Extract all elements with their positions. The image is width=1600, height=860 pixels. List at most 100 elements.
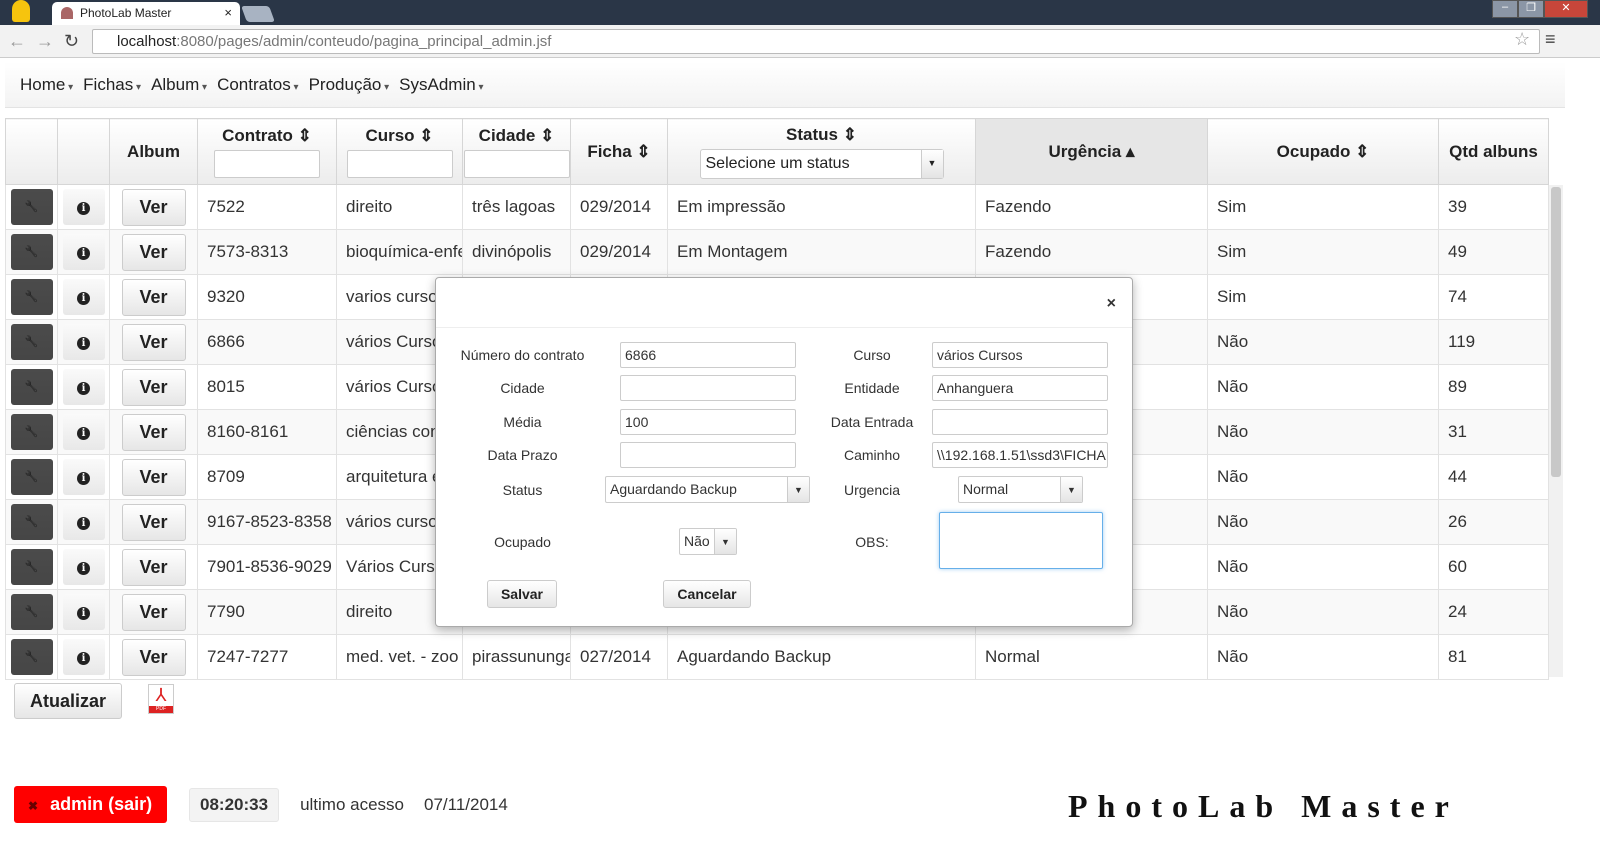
cell-ficha: 027/2014 bbox=[570, 634, 668, 680]
header-status[interactable]: Status ⇕ Selecione um status ▼ bbox=[667, 118, 976, 185]
header-contrato[interactable]: Contrato ⇕ bbox=[197, 118, 337, 185]
info-button[interactable]: i bbox=[62, 594, 105, 630]
menu-producao[interactable]: Produção bbox=[309, 75, 390, 95]
numero-contrato-input[interactable]: 6866 bbox=[620, 342, 796, 368]
entidade-input[interactable]: Anhanguera bbox=[932, 375, 1108, 401]
ver-button[interactable]: Ver bbox=[121, 323, 186, 361]
menu-home[interactable]: Home bbox=[20, 75, 73, 95]
contrato-filter-input[interactable] bbox=[214, 149, 320, 178]
wrench-icon[interactable]: 🔧 bbox=[10, 549, 53, 585]
wrench-icon[interactable]: 🔧 bbox=[10, 414, 53, 450]
menu-sysadmin[interactable]: SysAdmin bbox=[399, 75, 483, 95]
ver-button[interactable]: Ver bbox=[121, 188, 186, 226]
table-scrollbar[interactable] bbox=[1549, 185, 1563, 677]
ver-button[interactable]: Ver bbox=[121, 593, 186, 631]
header-ficha[interactable]: Ficha ⇕ bbox=[570, 118, 668, 185]
header-contrato-label[interactable]: Contrato ⇕ bbox=[222, 126, 312, 145]
cidade-input[interactable] bbox=[620, 375, 796, 401]
info-button[interactable]: i bbox=[62, 279, 105, 315]
info-button[interactable]: i bbox=[62, 414, 105, 450]
ocupado-select[interactable]: Não ▼ bbox=[679, 528, 737, 555]
close-icon[interactable]: × bbox=[1107, 295, 1116, 313]
header-ocupado[interactable]: Ocupado ⇕ bbox=[1207, 118, 1439, 185]
cell-ocupado: Sim bbox=[1207, 184, 1439, 230]
header-info bbox=[57, 118, 110, 185]
ver-button[interactable]: Ver bbox=[121, 278, 186, 316]
cidade-filter-input[interactable] bbox=[463, 149, 570, 178]
cell-cidade: divinópolis bbox=[462, 229, 571, 275]
curso-filter-input[interactable] bbox=[346, 149, 453, 178]
refresh-button[interactable]: Atualizar bbox=[14, 683, 122, 719]
wrench-icon[interactable]: 🔧 bbox=[10, 189, 53, 225]
close-window-button[interactable]: ✕ bbox=[1544, 0, 1588, 18]
close-tab-icon[interactable]: × bbox=[224, 5, 232, 20]
info-button[interactable]: i bbox=[62, 369, 105, 405]
ver-button[interactable]: Ver bbox=[121, 458, 186, 496]
close-icon: ✖ bbox=[28, 799, 39, 813]
ver-button[interactable]: Ver bbox=[121, 638, 186, 676]
header-cidade-label[interactable]: Cidade ⇕ bbox=[479, 126, 555, 145]
info-button[interactable]: i bbox=[62, 324, 105, 360]
cell-contrato: 7790 bbox=[197, 589, 337, 635]
wrench-icon[interactable]: 🔧 bbox=[10, 504, 53, 540]
label-data-entrada: Data Entrada bbox=[830, 414, 914, 430]
header-urgencia[interactable]: Urgência ▴ bbox=[975, 118, 1208, 185]
header-curso[interactable]: Curso ⇕ bbox=[336, 118, 463, 185]
new-tab-button[interactable] bbox=[241, 6, 275, 22]
ver-button[interactable]: Ver bbox=[121, 413, 186, 451]
curso-input[interactable]: vários Cursos bbox=[932, 342, 1108, 368]
wrench-icon[interactable]: 🔧 bbox=[10, 459, 53, 495]
info-button[interactable]: i bbox=[62, 459, 105, 495]
pdf-export-icon[interactable]: ⅄ PDF bbox=[148, 684, 174, 714]
profile-icon[interactable] bbox=[12, 0, 30, 22]
forward-icon[interactable]: → bbox=[36, 31, 54, 52]
urgencia-select[interactable]: Normal ▼ bbox=[958, 476, 1083, 503]
info-button[interactable]: i bbox=[62, 549, 105, 585]
menu-album[interactable]: Album bbox=[151, 75, 207, 95]
header-status-label[interactable]: Status ⇕ bbox=[786, 125, 857, 144]
wrench-icon[interactable]: 🔧 bbox=[10, 594, 53, 630]
menu-contratos[interactable]: Contratos bbox=[217, 75, 299, 95]
ver-button[interactable]: Ver bbox=[121, 548, 186, 586]
wrench-icon[interactable]: 🔧 bbox=[10, 369, 53, 405]
obs-textarea[interactable] bbox=[939, 512, 1103, 569]
wrench-icon[interactable]: 🔧 bbox=[10, 279, 53, 315]
wrench-icon[interactable]: 🔧 bbox=[10, 639, 53, 675]
cell-urgencia: Fazendo bbox=[975, 229, 1208, 275]
info-button[interactable]: i bbox=[62, 639, 105, 675]
minimize-button[interactable]: ‒ bbox=[1492, 0, 1518, 18]
reload-icon[interactable]: ↻ bbox=[64, 31, 79, 52]
save-button[interactable]: Salvar bbox=[487, 580, 557, 608]
menu-fichas[interactable]: Fichas bbox=[83, 75, 141, 95]
info-button[interactable]: i bbox=[62, 189, 105, 225]
logout-button[interactable]: ✖ admin (sair) bbox=[14, 786, 167, 823]
scrollbar-thumb[interactable] bbox=[1551, 187, 1561, 477]
caminho-input[interactable]: \\192.168.1.51\ssd3\FICHA bbox=[932, 442, 1108, 468]
media-input[interactable]: 100 bbox=[620, 409, 796, 435]
header-qtd-albuns[interactable]: Qtd albuns bbox=[1438, 118, 1549, 185]
ver-button[interactable]: Ver bbox=[121, 233, 186, 271]
maximize-button[interactable]: ❐ bbox=[1518, 0, 1544, 18]
header-curso-label[interactable]: Curso ⇕ bbox=[365, 126, 433, 145]
edit-cell: 🔧 bbox=[5, 499, 58, 545]
info-button[interactable]: i bbox=[62, 234, 105, 270]
url-input[interactable]: localhost:8080/pages/admin/conteudo/pagi… bbox=[92, 29, 1540, 54]
cell-urgencia: Normal bbox=[975, 634, 1208, 680]
modal-header: × bbox=[436, 278, 1132, 328]
back-icon[interactable]: ← bbox=[8, 31, 26, 52]
status-filter-select[interactable]: Selecione um status ▼ bbox=[699, 148, 944, 179]
data-prazo-input[interactable] bbox=[620, 442, 796, 468]
wrench-icon[interactable]: 🔧 bbox=[10, 324, 53, 360]
header-cidade[interactable]: Cidade ⇕ bbox=[462, 118, 571, 185]
status-select[interactable]: Aguardando Backup ▼ bbox=[605, 476, 810, 503]
cell-curso: direito bbox=[336, 184, 463, 230]
cancel-button[interactable]: Cancelar bbox=[663, 580, 751, 608]
ver-button[interactable]: Ver bbox=[121, 368, 186, 406]
browser-tab[interactable]: PhotoLab Master × bbox=[52, 2, 240, 25]
bookmark-star-icon[interactable]: ☆ bbox=[1514, 29, 1530, 50]
info-button[interactable]: i bbox=[62, 504, 105, 540]
wrench-icon[interactable]: 🔧 bbox=[10, 234, 53, 270]
browser-menu-icon[interactable]: ≡ bbox=[1545, 29, 1556, 50]
ver-button[interactable]: Ver bbox=[121, 503, 186, 541]
data-entrada-input[interactable] bbox=[932, 409, 1108, 435]
